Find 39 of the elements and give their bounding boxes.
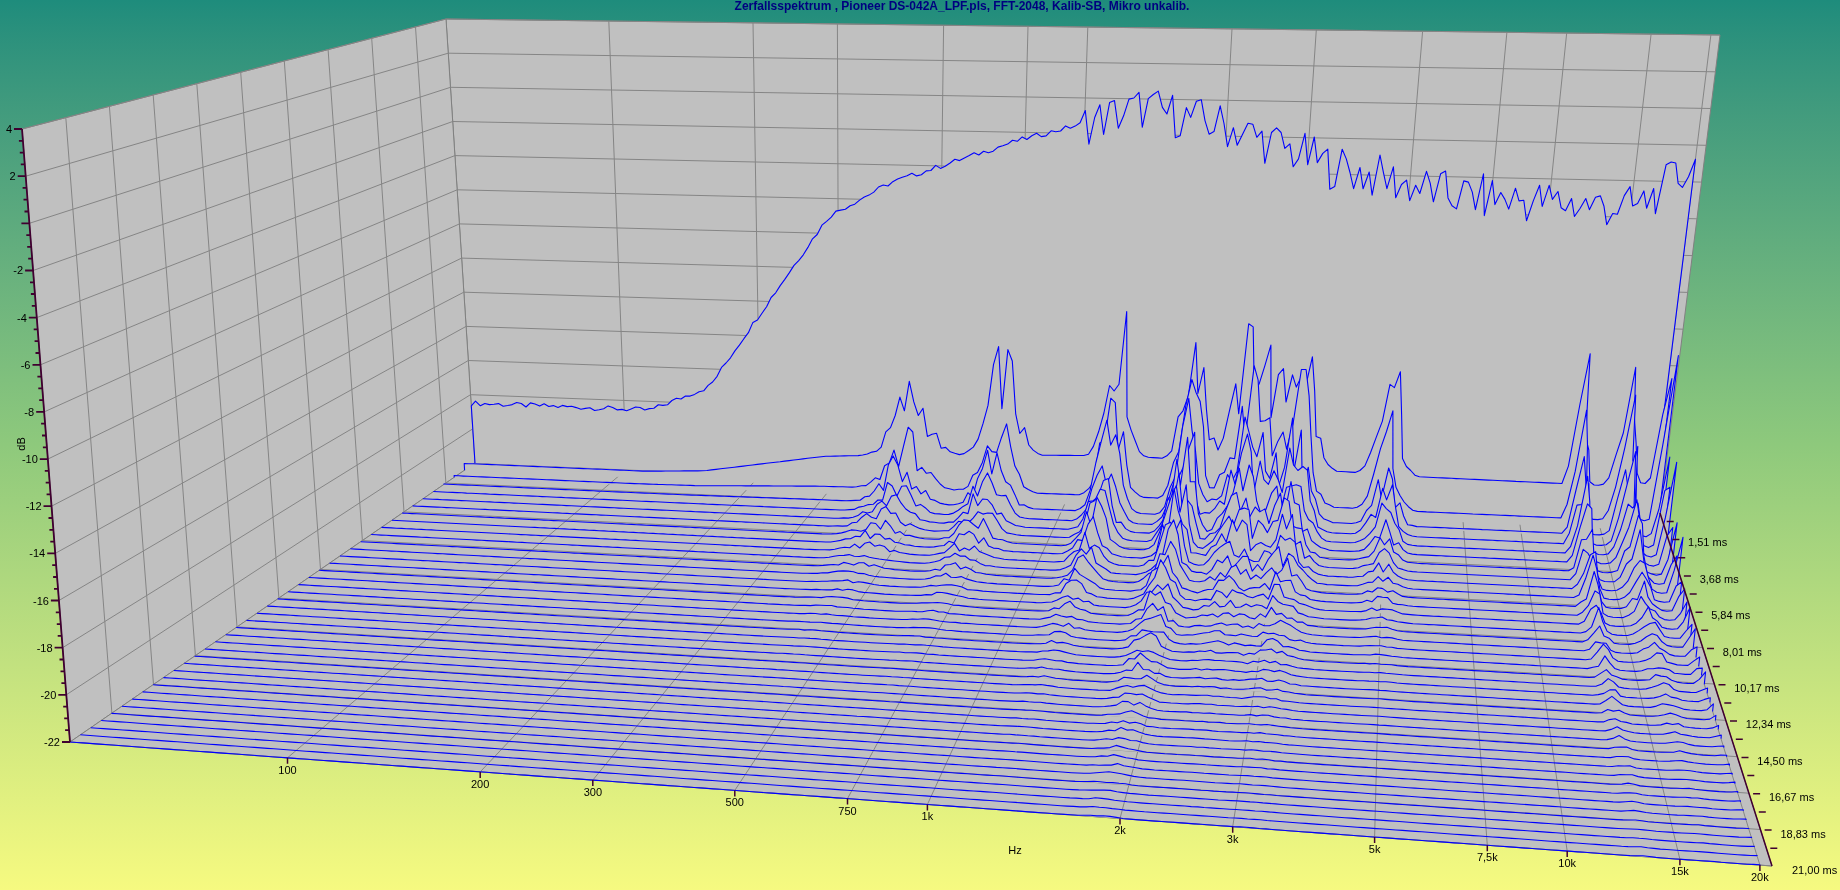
time-tick-label: 8,01 ms — [1722, 645, 1762, 658]
db-tick-label: -20 — [40, 688, 57, 701]
chart-title: Zerfallsspektrum , Pioneer DS-042A_LPF.pls, FFT-2048, Kalib-SB, Mikro unkalib. — [734, 0, 1190, 15]
hz-tick-label: 15k — [1671, 865, 1689, 878]
time-tick-label: 12,34 ms — [1745, 718, 1792, 731]
time-tick-label: 21,00 ms — [1792, 864, 1838, 876]
db-tick-label: -16 — [33, 594, 49, 607]
hz-tick-label: 100 — [278, 763, 297, 776]
db-tick-label: -22 — [44, 736, 60, 748]
hz-tick-label: 750 — [838, 804, 857, 817]
hz-tick-label: 7,5k — [1476, 851, 1498, 864]
db-tick-label: -14 — [29, 547, 46, 560]
hz-tick-label: 2k — [1114, 824, 1126, 837]
time-tick-label: 1,51 ms — [1688, 536, 1728, 549]
db-tick-label: -2 — [13, 264, 24, 277]
time-tick-label: 3,68 ms — [1699, 572, 1739, 585]
db-tick-label: -6 — [20, 358, 31, 371]
time-tick-label: 18,83 ms — [1780, 827, 1826, 840]
db-tick-label: -12 — [25, 500, 42, 513]
hz-tick-label: 20k — [1751, 871, 1769, 884]
hz-tick-label: 300 — [583, 786, 602, 799]
hz-tick-label: 3k — [1226, 832, 1239, 845]
hz-tick-label: 10k — [1558, 857, 1577, 870]
db-tick-label: 4 — [5, 123, 12, 135]
time-tick-label: 10,17 ms — [1734, 681, 1780, 694]
hz-axis-label: Hz — [1008, 843, 1022, 856]
db-axis-label: dB — [15, 437, 27, 451]
db-tick-label: -18 — [36, 641, 53, 654]
hz-tick-label: 5k — [1368, 843, 1381, 856]
db-tick-label: -8 — [24, 405, 35, 418]
db-tick-label: -10 — [21, 453, 38, 466]
hz-tick-label: 1k — [921, 810, 934, 823]
time-tick-label: 14,50 ms — [1757, 754, 1803, 767]
hz-tick-label: 200 — [471, 777, 490, 790]
db-tick-label: -4 — [17, 311, 27, 324]
time-tick-label: 5,84 ms — [1711, 609, 1751, 622]
time-tick-label: 16,67 ms — [1768, 791, 1815, 804]
db-tick-label: 2 — [9, 170, 16, 183]
hz-tick-label: 500 — [725, 796, 744, 809]
